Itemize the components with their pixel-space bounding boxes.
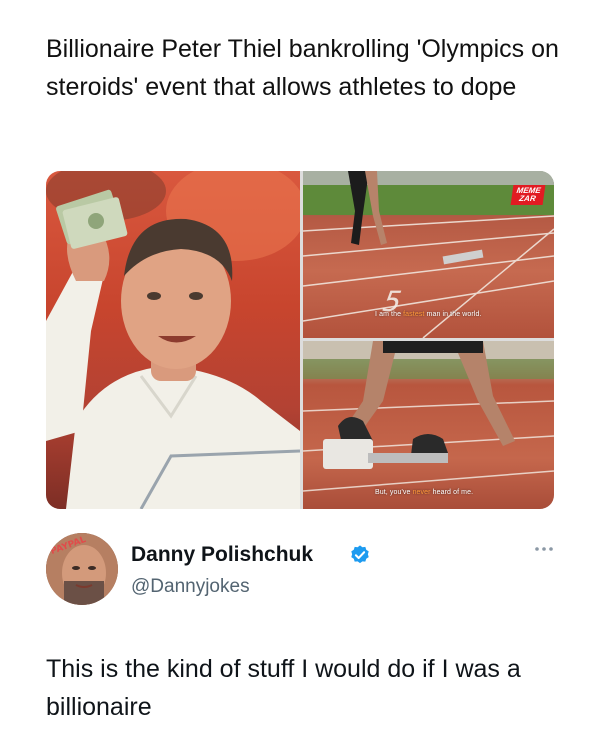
caption-top-pre: I am the <box>375 311 404 318</box>
meme-zar-badge: MEME ZAR <box>510 185 546 205</box>
photo-illustration <box>46 171 300 509</box>
caption-bottom-highlight: never <box>412 489 431 496</box>
caption-bottom-pre: But, you've <box>375 489 413 496</box>
video-caption-bottom: But, you've never heard of me. <box>375 489 473 496</box>
tweet-header: PAYPAL Danny Polishchuk @Dannyjokes <box>46 533 554 613</box>
avatar[interactable]: PAYPAL <box>46 533 118 605</box>
photo-starting-blocks: But, you've never heard of me. <box>303 341 554 509</box>
media-collage[interactable]: 5 MEME ZAR I am the fastest man in the w… <box>46 171 554 509</box>
video-caption-top: I am the fastest man in the world. <box>375 311 482 318</box>
photo-man-holding-money <box>46 171 300 509</box>
caption-bottom-post: heard of me. <box>430 489 474 496</box>
caption-top-post: man in the world. <box>424 311 482 318</box>
display-name[interactable]: Danny Polishchuk <box>131 543 313 567</box>
user-handle[interactable]: @Dannyjokes <box>131 576 250 598</box>
blocks-illustration <box>303 341 554 492</box>
post-headline: Billionaire Peter Thiel bankrolling 'Oly… <box>46 35 559 101</box>
photo-running-track: 5 MEME ZAR I am the fastest man in the w… <box>303 171 554 338</box>
caption-top-highlight: fastest <box>403 311 425 318</box>
badge-line-2: ZAR <box>518 194 537 203</box>
tweet-text: This is the kind of stuff I would do if … <box>46 655 521 721</box>
more-options-icon[interactable] <box>534 545 554 553</box>
verified-badge-icon <box>351 545 369 564</box>
